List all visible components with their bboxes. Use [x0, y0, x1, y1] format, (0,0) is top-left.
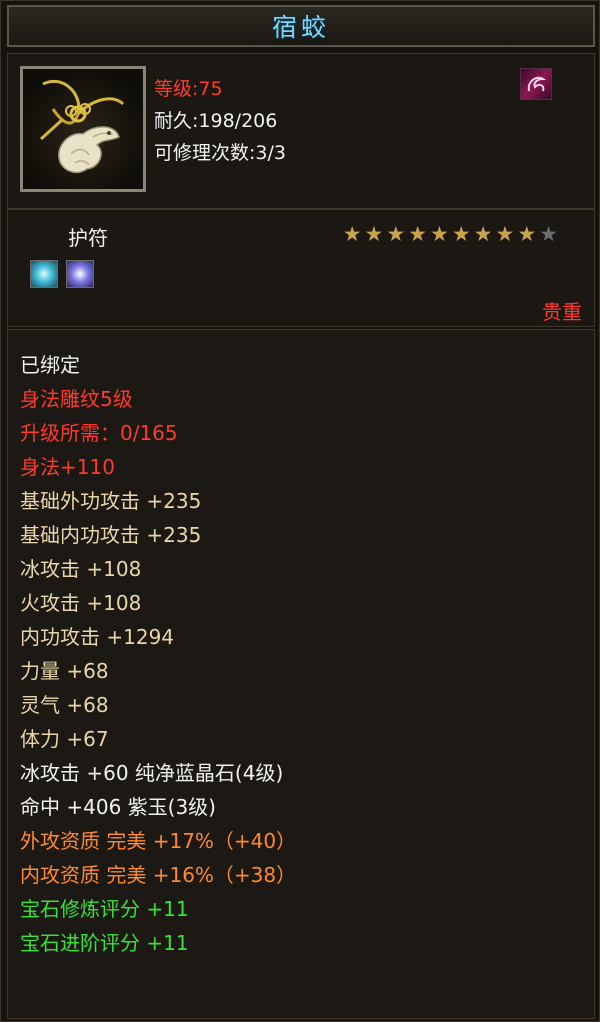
attribute-line: 基础外功攻击 +235 — [20, 489, 202, 513]
jade-dragon-amulet-icon — [39, 79, 125, 174]
blue-crystal-gem-icon[interactable] — [30, 260, 58, 288]
attribute-line: 升级所需：0/165 — [20, 421, 178, 445]
star-filled-icon: ★ — [495, 222, 515, 246]
title-bar: 宿蛟 — [7, 5, 595, 47]
attribute-line: 宝石修炼评分 +11 — [20, 897, 189, 921]
item-level: 等级:75 — [154, 78, 223, 100]
item-icon-frame[interactable] — [20, 66, 146, 192]
star-filled-icon: ★ — [364, 222, 384, 246]
star-rating: ★ ★ ★ ★ ★ ★ ★ ★ ★ ★ — [343, 224, 558, 245]
attribute-line: 身法雕纹5级 — [20, 387, 133, 411]
attribute-list: 已绑定身法雕纹5级升级所需：0/165 身法+110 基础外功攻击 +235 基础内功… — [20, 348, 296, 960]
star-filled-icon: ★ — [451, 222, 471, 246]
item-rarity: 贵重 — [542, 300, 582, 324]
item-header-section: 等级:75 耐久:198/206 可修理次数:3/3 — [7, 53, 595, 209]
attribute-line: 外攻资质 完美 +17%（+40） — [20, 829, 297, 853]
item-type-section: 护符 ★ ★ ★ ★ ★ ★ ★ ★ ★ ★ 贵重 — [7, 209, 595, 327]
star-filled-icon: ★ — [386, 222, 406, 246]
attribute-line: 基础内功攻击 +235 — [20, 523, 202, 547]
purple-jade-gem-icon[interactable] — [66, 260, 94, 288]
star-filled-icon: ★ — [473, 222, 493, 246]
attribute-line: 灵气 +68 — [20, 693, 109, 717]
item-name: 宿蛟 — [271, 13, 330, 42]
star-filled-icon: ★ — [342, 222, 362, 246]
item-tooltip: 宿蛟 等级:75 耐久:198/206 可修理次数:3/3 护符 ★ ★ ★ ★… — [0, 0, 600, 1022]
attribute-line: 力量 +68 — [20, 659, 109, 683]
star-filled-icon: ★ — [430, 222, 449, 246]
attribute-line: 火攻击 +108 — [20, 591, 142, 615]
item-durability: 耐久:198/206 — [154, 110, 278, 132]
attribute-line: 体力 +67 — [20, 727, 109, 751]
attribute-line: 已绑定 — [20, 353, 80, 377]
attribute-line: 身法+110 — [20, 455, 115, 479]
magenta-swirl-icon[interactable] — [520, 68, 552, 100]
attribute-line: 冰攻击 +108 — [20, 557, 142, 581]
attribute-line: 内攻资质 完美 +16%（+38） — [20, 863, 297, 887]
attribute-line: 宝石进阶评分 +11 — [20, 931, 189, 955]
item-repair-count: 可修理次数:3/3 — [154, 142, 286, 164]
star-empty-icon: ★ — [539, 222, 558, 246]
star-filled-icon: ★ — [517, 222, 537, 246]
item-type: 护符 — [68, 226, 108, 250]
attribute-line: 冰攻击 +60 纯净蓝晶石(4级) — [20, 761, 284, 785]
attribute-line: 命中 +406 紫玉(3级) — [20, 795, 216, 819]
attribute-line: 内功攻击 +1294 — [20, 625, 175, 649]
star-filled-icon: ★ — [408, 222, 428, 246]
attribute-section: 已绑定身法雕纹5级升级所需：0/165 身法+110 基础外功攻击 +235 基础内功… — [7, 329, 595, 1019]
